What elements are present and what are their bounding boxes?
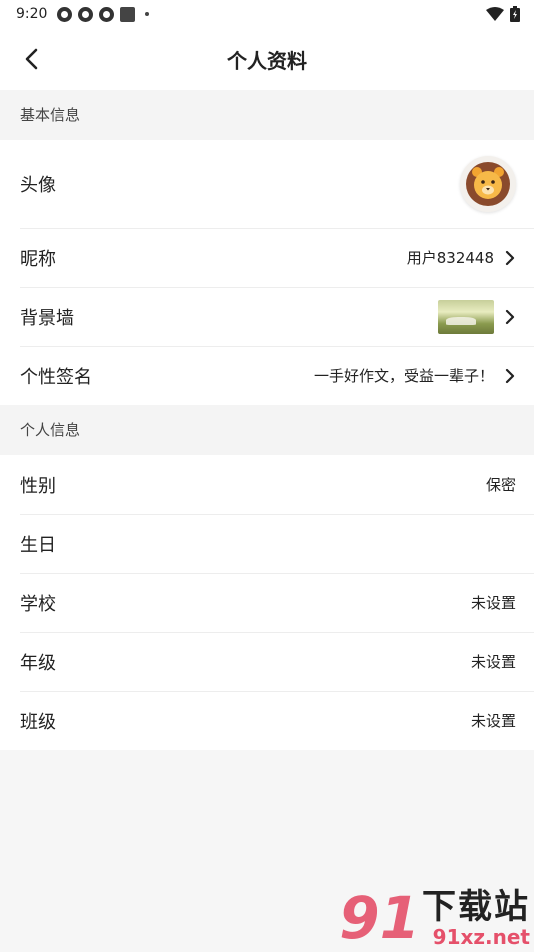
more-notifications-dot-icon [145,12,150,16]
watermark-text: 下载站 91xz.net [422,886,530,949]
class-row[interactable]: 班级 未设置 [0,691,534,750]
row-label-nickname: 昵称 [20,248,56,270]
gender-value: 保密 [485,476,516,494]
watermark-logo: 91 [339,884,420,952]
background-wall-row[interactable]: 背景墙 [0,287,534,346]
notification-app-icon [78,6,94,22]
chevron-right-icon [505,250,515,265]
school-row[interactable]: 学校 未设置 [0,573,534,632]
signature-value: 一手好作文，受益一辈子！ [313,367,494,385]
class-value: 未设置 [470,712,516,730]
grade-row[interactable]: 年级 未设置 [0,632,534,691]
chevron-right-icon [505,309,515,324]
status-bar: 9:20 [0,0,534,28]
section-header-personal-info: 个人信息 [0,405,534,455]
basic-info-group: 头像 昵称 用户832448 背景墙 个性签名 一手好作文，受益一辈子！ [0,140,534,405]
gender-row[interactable]: 性别 保密 [0,455,534,514]
status-time: 9:20 [16,6,48,22]
nickname-value: 用户832448 [406,249,494,267]
row-label-gender: 性别 [20,475,56,497]
notification-app-icon [99,6,115,22]
row-label-grade: 年级 [20,652,56,674]
system-icons [486,6,520,22]
section-header-basic-info: 基本信息 [0,90,534,140]
site-watermark: 91 下载站 91xz.net [339,884,530,952]
row-label-avatar: 头像 [20,175,56,196]
school-value: 未设置 [470,594,516,612]
watermark-url: 91xz.net [432,925,530,949]
row-label-school: 学校 [20,593,56,615]
grade-value: 未设置 [470,653,516,671]
back-arrow-icon[interactable] [20,45,44,73]
signature-row[interactable]: 个性签名 一手好作文，受益一辈子！ [0,346,534,405]
birthday-row[interactable]: 生日 [0,514,534,573]
notification-square-icon [120,6,136,22]
row-label-signature: 个性签名 [20,366,92,388]
chevron-right-icon [505,368,515,383]
lion-avatar-icon [466,162,510,206]
page-title: 个人资料 [227,48,307,73]
nickname-row[interactable]: 昵称 用户832448 [0,228,534,287]
row-label-class: 班级 [20,711,56,733]
app-header: 个人资料 [0,28,534,90]
row-label-birthday: 生日 [20,534,56,556]
wifi-icon [486,7,504,21]
watermark-brand: 下载站 [422,886,530,927]
row-label-background-wall: 背景墙 [20,307,74,329]
battery-icon [510,6,520,22]
notification-icons [57,6,150,22]
avatar[interactable] [460,156,516,212]
personal-info-group: 性别 保密 生日 学校 未设置 年级 未设置 班级 未设置 [0,455,534,750]
background-wall-thumbnail [438,299,494,334]
notification-app-icon [57,6,73,22]
avatar-row[interactable]: 头像 [0,140,534,228]
